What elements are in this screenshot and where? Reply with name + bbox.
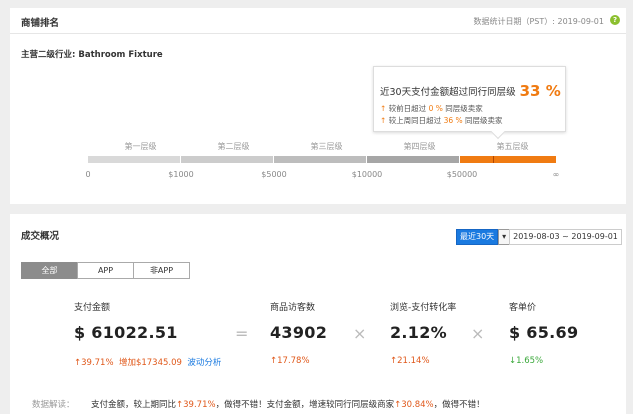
conversion-change: ↑21.14% <box>390 356 430 366</box>
popup-line2-pct: 36 % <box>443 116 463 125</box>
up-arrow-icon: ↑ <box>380 104 387 113</box>
period-select[interactable]: 最近30天 ▾ <box>456 229 511 245</box>
popup-percent: 33 % <box>519 82 561 100</box>
conversion-label: 浏览-支付转化率 <box>390 303 457 313</box>
tab-non-app[interactable]: 非APP <box>133 262 190 279</box>
deal-overview-card: 成交概况 最近30天 ▾ 2019-08-03 ~ 2019-09-01 全部 … <box>10 214 626 414</box>
interp-text-e: ，做得不错！ <box>433 400 485 410</box>
rank-popup: 近30天支付金额超过同行同层级 33 % ↑ 较前日超过 0 % 同层级卖家 ↑ … <box>373 66 566 140</box>
visitors-value: 43902 <box>270 323 328 342</box>
unit-price-change: ↓1.65% <box>509 356 544 366</box>
tick-10000: $10000 <box>351 170 383 179</box>
visitors-label: 商品访客数 <box>270 303 316 313</box>
shop-rank-card: 商铺排名 数据统计日期（PST）: 2019-09-01 ? 主营二级行业: B… <box>10 8 626 204</box>
popup-main-label: 近30天支付金额超过同行同层级 <box>380 87 516 98</box>
unit-price-value: $ 65.69 <box>509 323 579 342</box>
visitors-change: ↑17.78% <box>270 356 310 366</box>
popup-line2-suffix: 同层级卖家 <box>465 116 503 125</box>
tier-label-3: 第三层级 <box>310 142 343 151</box>
popup-line-prev-week: ↑ 较上周同日超过 36 % 同层级卖家 <box>380 115 503 126</box>
tick-5000: $5000 <box>261 170 287 179</box>
pay-amount-change: ↑39.71% 增加$17345.09 波动分析 <box>74 356 221 368</box>
tick-infinity: ∞ <box>552 170 560 179</box>
tick-1000: $1000 <box>168 170 194 179</box>
shop-rank-title: 商铺排名 <box>21 18 60 29</box>
popup-line1-pct: 0 % <box>428 104 443 113</box>
tier-bar-5 <box>460 156 556 163</box>
tab-app[interactable]: APP <box>77 262 134 279</box>
tier-bar-2 <box>181 156 273 163</box>
pay-amount-increase: 增加$17345.09 <box>118 358 182 368</box>
interp-text-c: ，做得不错！支付金额，增速较同行同层级商家 <box>215 400 395 410</box>
fluctuation-analysis-link[interactable]: 波动分析 <box>187 358 221 368</box>
popup-line-prev-day: ↑ 较前日超过 0 % 同层级卖家 <box>380 103 483 114</box>
date-range-display[interactable]: 2019-08-03 ~ 2019-09-01 <box>509 229 622 245</box>
conversion-value: 2.12% <box>390 323 448 342</box>
up-arrow-icon: ↑ <box>380 116 387 125</box>
tier-bar-1 <box>88 156 180 163</box>
tier-bar-3 <box>274 156 366 163</box>
unit-price-label: 客单价 <box>509 303 537 313</box>
popup-line2-prefix: 较上周同日超过 <box>388 116 442 125</box>
pay-amount-value: $ 61022.51 <box>74 323 178 342</box>
times-operator-1: × <box>353 324 367 343</box>
shop-rank-header: 商铺排名 数据统计日期（PST）: 2019-09-01 ? <box>10 8 626 34</box>
tier-bar-4 <box>367 156 459 163</box>
interpretation-line-1: 支付金额，较上期同比↑39.71%，做得不错！支付金额，增速较同行同层级商家↑3… <box>91 398 485 410</box>
interp-text-a: 支付金额，较上期同比 <box>91 400 177 410</box>
tab-all[interactable]: 全部 <box>21 262 78 279</box>
main-industry: 主营二级行业: Bathroom Fixture <box>21 50 163 60</box>
deal-overview-title: 成交概况 <box>21 231 60 242</box>
tier-label-2: 第二层级 <box>217 142 250 151</box>
popup-line1-suffix: 同层级卖家 <box>445 104 483 113</box>
tier-label-4: 第四层级 <box>403 142 436 151</box>
shop-position-marker <box>493 156 494 163</box>
period-button[interactable]: 最近30天 <box>456 229 499 245</box>
channel-tabs: 全部 APP 非APP <box>21 262 190 279</box>
tier-label-5: 第五层级 <box>496 142 529 151</box>
popup-arrow <box>490 124 506 140</box>
help-icon[interactable]: ? <box>610 15 620 25</box>
popup-main-text: 近30天支付金额超过同行同层级 33 % <box>380 81 561 100</box>
interp-growth-2: ↑30.84% <box>394 400 434 410</box>
popup-line1-prefix: 较前日超过 <box>388 104 427 113</box>
tick-50000: $50000 <box>446 170 478 179</box>
times-operator-2: × <box>471 324 485 343</box>
pay-amount-growth: ↑39.71% <box>74 358 114 368</box>
pay-amount-label: 支付金额 <box>74 303 111 313</box>
equals-operator: = <box>235 324 249 343</box>
tier-label-1: 第一层级 <box>124 142 157 151</box>
stat-date: 数据统计日期（PST）: 2019-09-01 <box>473 17 604 26</box>
interp-growth-1: ↑39.71% <box>176 400 216 410</box>
interpretation-label: 数据解读： <box>32 400 75 410</box>
tick-0: 0 <box>85 170 91 179</box>
